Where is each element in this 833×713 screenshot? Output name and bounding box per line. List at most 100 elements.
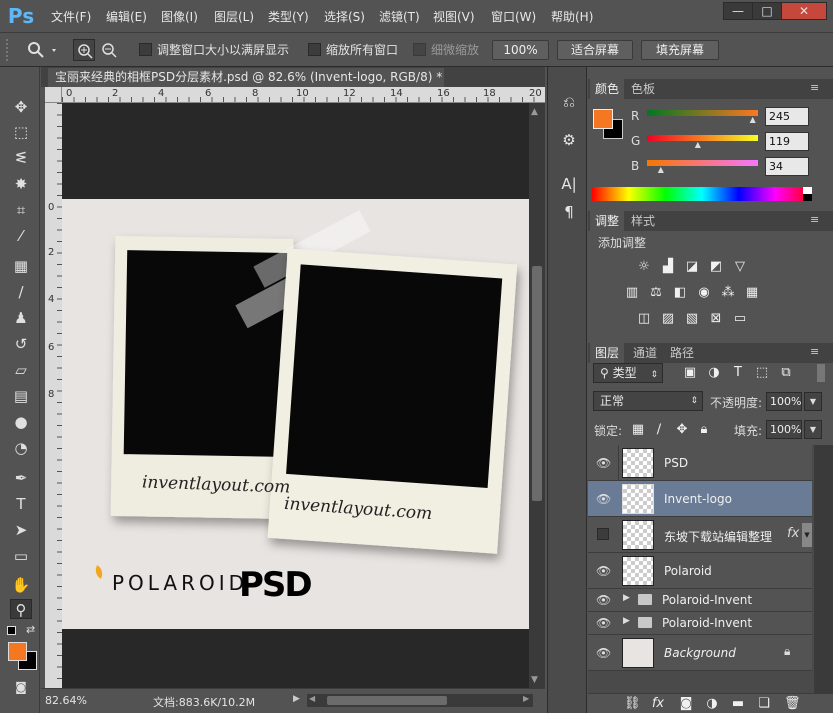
black-white-icon[interactable]: ◧ <box>672 285 688 301</box>
canvas-vertical-scrollbar[interactable]: ▲ ▼ <box>529 103 545 688</box>
new-layer-icon[interactable]: ❏ <box>756 696 772 712</box>
layer-row-watermark[interactable]: 东坡下载站编辑整理 fx ▼ <box>588 517 812 553</box>
add-mask-icon[interactable]: ◙ <box>678 696 694 712</box>
photo-filter-icon[interactable]: ◉ <box>696 285 712 301</box>
brightness-contrast-icon[interactable]: ☼ <box>636 259 652 275</box>
pen-tool-icon[interactable]: ✒ <box>10 468 32 488</box>
lock-image-icon[interactable]: ∕ <box>651 422 667 438</box>
hand-tool-icon[interactable]: ✋ <box>10 575 32 595</box>
zoom-level[interactable]: 82.64% <box>45 694 87 707</box>
hscroll-thumb[interactable] <box>327 696 447 705</box>
maximize-button[interactable]: □ <box>752 2 782 20</box>
properties-panel-icon[interactable]: ⚙ <box>558 129 580 151</box>
document-canvas[interactable]: inventlayout.com inventlayout.com POLARO… <box>62 199 529 629</box>
menu-filter[interactable]: 滤镜(T) <box>379 8 420 26</box>
paragraph-panel-icon[interactable]: ¶ <box>558 201 580 223</box>
blur-tool-icon[interactable]: ● <box>10 412 32 432</box>
fit-screen-button[interactable]: 适合屏幕 <box>557 40 633 60</box>
green-value-input[interactable]: 119 <box>765 132 809 151</box>
zoom-tool-preset-icon[interactable] <box>26 40 60 60</box>
color-balance-icon[interactable]: ⚖ <box>648 285 664 301</box>
character-panel-icon[interactable]: A| <box>558 173 580 195</box>
invert-icon[interactable]: ◫ <box>636 311 652 327</box>
selective-color-icon[interactable]: ⊠ <box>708 311 724 327</box>
marquee-tool-icon[interactable]: ⬚ <box>10 122 32 142</box>
opacity-input[interactable]: 100% <box>766 392 802 411</box>
green-slider-thumb[interactable]: ▲ <box>695 140 701 149</box>
filter-smart-object-icon[interactable]: ⧉ <box>778 365 794 381</box>
layer-filter-dropdown[interactable]: ⚲ 类型 ⇕ <box>593 363 663 383</box>
zoom-in-icon[interactable] <box>73 39 95 61</box>
foreground-color-swatch[interactable] <box>8 642 27 661</box>
filter-toggle-switch[interactable] <box>817 364 825 382</box>
red-slider[interactable] <box>647 110 758 116</box>
layer-name[interactable]: PSD <box>664 456 688 470</box>
layer-name[interactable]: Invent-logo <box>664 492 732 506</box>
hue-saturation-icon[interactable]: ▥ <box>624 285 640 301</box>
resize-windows-checkbox[interactable] <box>139 43 152 56</box>
menu-select[interactable]: 选择(S) <box>324 8 365 26</box>
tab-styles[interactable]: 样式 <box>626 211 660 231</box>
visibility-eye-icon[interactable]: 👁︎ <box>596 646 611 660</box>
layer-name[interactable]: Polaroid <box>664 564 712 578</box>
clone-stamp-icon[interactable]: ♟ <box>10 308 32 328</box>
layer-row-background[interactable]: 👁︎ Background 🔒︎ <box>588 635 812 671</box>
layer-row-psd[interactable]: 👁︎ PSD <box>588 445 812 481</box>
magic-wand-icon[interactable]: ✸ <box>10 174 32 194</box>
tab-channels[interactable]: 通道 <box>628 343 662 363</box>
eyedropper-icon[interactable]: ⁄ <box>10 226 32 246</box>
menu-window[interactable]: 窗口(W) <box>491 8 536 26</box>
color-fg-swatch[interactable] <box>593 109 613 129</box>
visibility-eye-icon[interactable]: 👁︎ <box>596 456 611 470</box>
visibility-off-box[interactable] <box>597 528 609 540</box>
menu-help[interactable]: 帮助(H) <box>551 8 593 26</box>
status-menu-arrow-icon[interactable]: ▶ <box>293 694 300 704</box>
scrollbar-thumb[interactable] <box>532 266 542 501</box>
green-slider[interactable] <box>647 135 758 141</box>
history-panel-icon[interactable]: ⎌ <box>558 91 580 113</box>
visibility-eye-icon[interactable]: 👁︎ <box>596 593 611 607</box>
blend-mode-dropdown[interactable]: 正常 ⇕ <box>593 391 703 411</box>
layer-name[interactable]: Polaroid-Invent <box>662 616 752 630</box>
canvas-horizontal-scrollbar[interactable]: ◀ ▶ <box>307 694 533 707</box>
scrubby-zoom-checkbox[interactable] <box>413 43 426 56</box>
history-brush-icon[interactable]: ↺ <box>10 334 32 354</box>
gradient-tool-icon[interactable]: ▤ <box>10 386 32 406</box>
grip-handle[interactable] <box>6 39 10 61</box>
menu-view[interactable]: 视图(V) <box>433 8 475 26</box>
exposure-icon[interactable]: ◩ <box>708 259 724 275</box>
layer-row-invent-logo[interactable]: 👁︎ Invent-logo <box>588 481 812 517</box>
curves-icon[interactable]: ◪ <box>684 259 700 275</box>
move-tool-icon[interactable]: ✥ <box>10 97 32 117</box>
blue-slider-thumb[interactable]: ▲ <box>658 165 664 174</box>
menu-edit[interactable]: 编辑(E) <box>106 8 147 26</box>
layer-group-row[interactable]: 👁︎ ▶ Polaroid-Invent <box>588 589 812 612</box>
zoom-all-checkbox[interactable] <box>308 43 321 56</box>
vertical-ruler[interactable]: 0 2 4 6 8 <box>45 103 62 688</box>
visibility-eye-icon[interactable]: 👁︎ <box>596 492 611 506</box>
path-select-icon[interactable]: ➤ <box>10 520 32 540</box>
fill-input[interactable]: 100% <box>766 420 802 439</box>
expand-group-icon[interactable]: ▶ <box>623 593 630 603</box>
color-lookup-icon[interactable]: ▦ <box>744 285 760 301</box>
menu-layer[interactable]: 图层(L) <box>214 8 254 26</box>
eraser-icon[interactable]: ▱ <box>10 360 32 380</box>
minimize-button[interactable]: — <box>723 2 753 20</box>
ruler-origin[interactable] <box>45 87 62 103</box>
new-adjustment-icon[interactable]: ◑ <box>704 696 720 712</box>
menu-file[interactable]: 文件(F) <box>51 8 91 26</box>
gradient-map-icon[interactable]: ▭ <box>732 311 748 327</box>
fill-screen-button[interactable]: 填充屏幕 <box>641 40 719 60</box>
channel-mixer-icon[interactable]: ⁂ <box>720 285 736 301</box>
filter-type-icon[interactable]: T <box>730 365 746 381</box>
actual-pixels-button[interactable]: 100% <box>492 40 549 60</box>
healing-brush-icon[interactable]: ▦ <box>10 256 32 276</box>
delete-layer-icon[interactable]: 🗑︎ <box>784 696 801 712</box>
scroll-down-icon[interactable]: ▼ <box>531 675 538 685</box>
expand-group-icon[interactable]: ▶ <box>623 616 630 626</box>
lock-transparent-icon[interactable]: ▦ <box>630 422 646 438</box>
lasso-tool-icon[interactable]: ᓬ <box>10 148 32 168</box>
dodge-tool-icon[interactable]: ◔ <box>10 438 32 458</box>
black-white-ramp[interactable] <box>803 187 812 201</box>
zoom-tool-icon[interactable]: ⚲ <box>10 599 32 619</box>
